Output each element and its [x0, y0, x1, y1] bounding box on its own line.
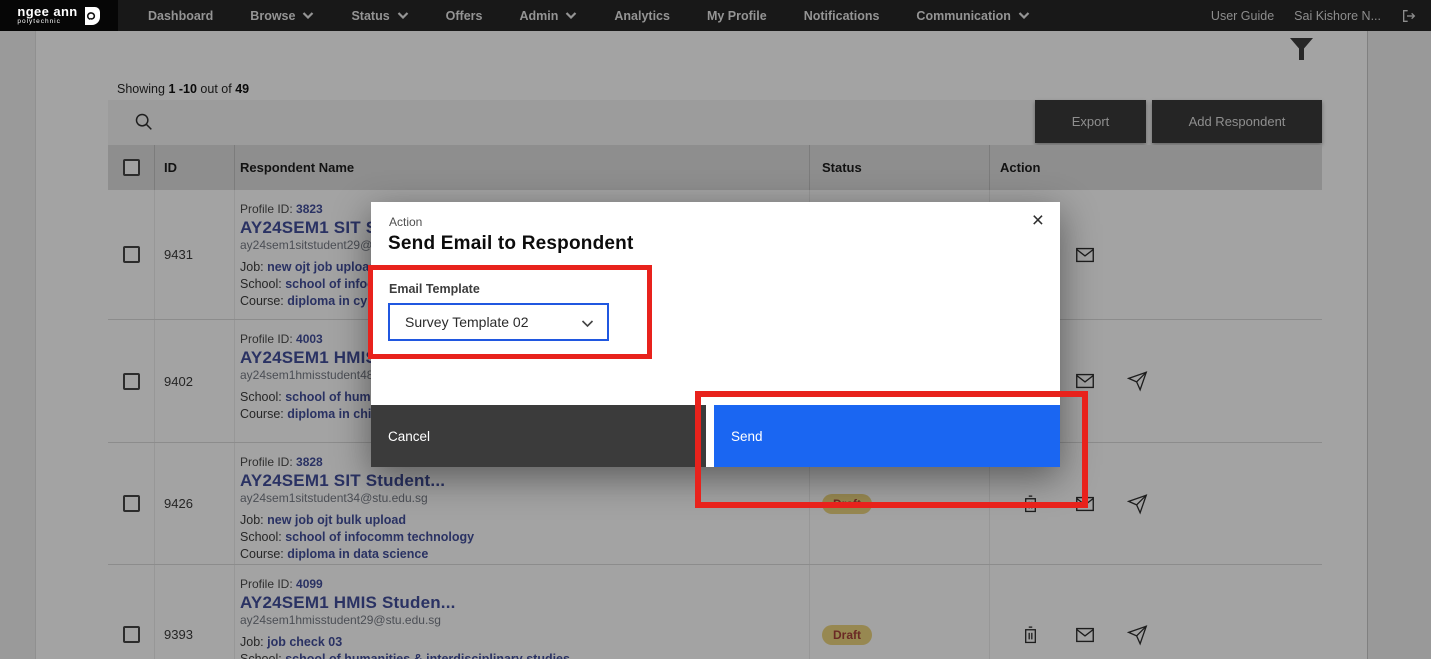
close-icon[interactable]: × — [1032, 208, 1044, 233]
nav-item-status[interactable]: Status — [351, 9, 408, 23]
nav-item-my-profile[interactable]: My Profile — [707, 9, 767, 23]
nav-item-dashboard[interactable]: Dashboard — [148, 9, 213, 23]
nav-item-browse[interactable]: Browse — [250, 9, 314, 23]
logo-line1: ngee ann — [17, 5, 77, 18]
logo-shield-icon — [84, 6, 101, 25]
logo-line2: polytechnic — [17, 19, 77, 26]
nav-item-offers[interactable]: Offers — [446, 9, 483, 23]
chevron-down-icon — [397, 12, 409, 19]
modal-eyebrow: Action — [389, 215, 422, 229]
top-navbar: ngee ann polytechnic Dashboard Browse St… — [0, 0, 1431, 31]
logout-icon[interactable] — [1401, 8, 1417, 24]
chevron-down-icon — [1018, 12, 1030, 19]
cancel-button[interactable]: Cancel — [371, 405, 706, 467]
annotation-box-send-button — [695, 391, 1088, 508]
nav-item-admin[interactable]: Admin — [519, 9, 577, 23]
nav-item-analytics[interactable]: Analytics — [614, 9, 670, 23]
chevron-down-icon — [565, 12, 577, 19]
nav-item-communication[interactable]: Communication — [916, 9, 1029, 23]
username[interactable]: Sai Kishore N... — [1294, 9, 1381, 23]
nav-right: User Guide Sai Kishore N... — [1211, 8, 1417, 24]
annotation-box-email-template — [368, 265, 652, 359]
modal-title: Send Email to Respondent — [388, 233, 634, 255]
chevron-down-icon — [302, 12, 314, 19]
nav-menu: Dashboard Browse Status Offers Admin Ana… — [148, 9, 1030, 23]
user-guide-link[interactable]: User Guide — [1211, 9, 1274, 23]
nav-item-notifications[interactable]: Notifications — [804, 9, 880, 23]
ngee-ann-logo[interactable]: ngee ann polytechnic — [0, 0, 118, 31]
